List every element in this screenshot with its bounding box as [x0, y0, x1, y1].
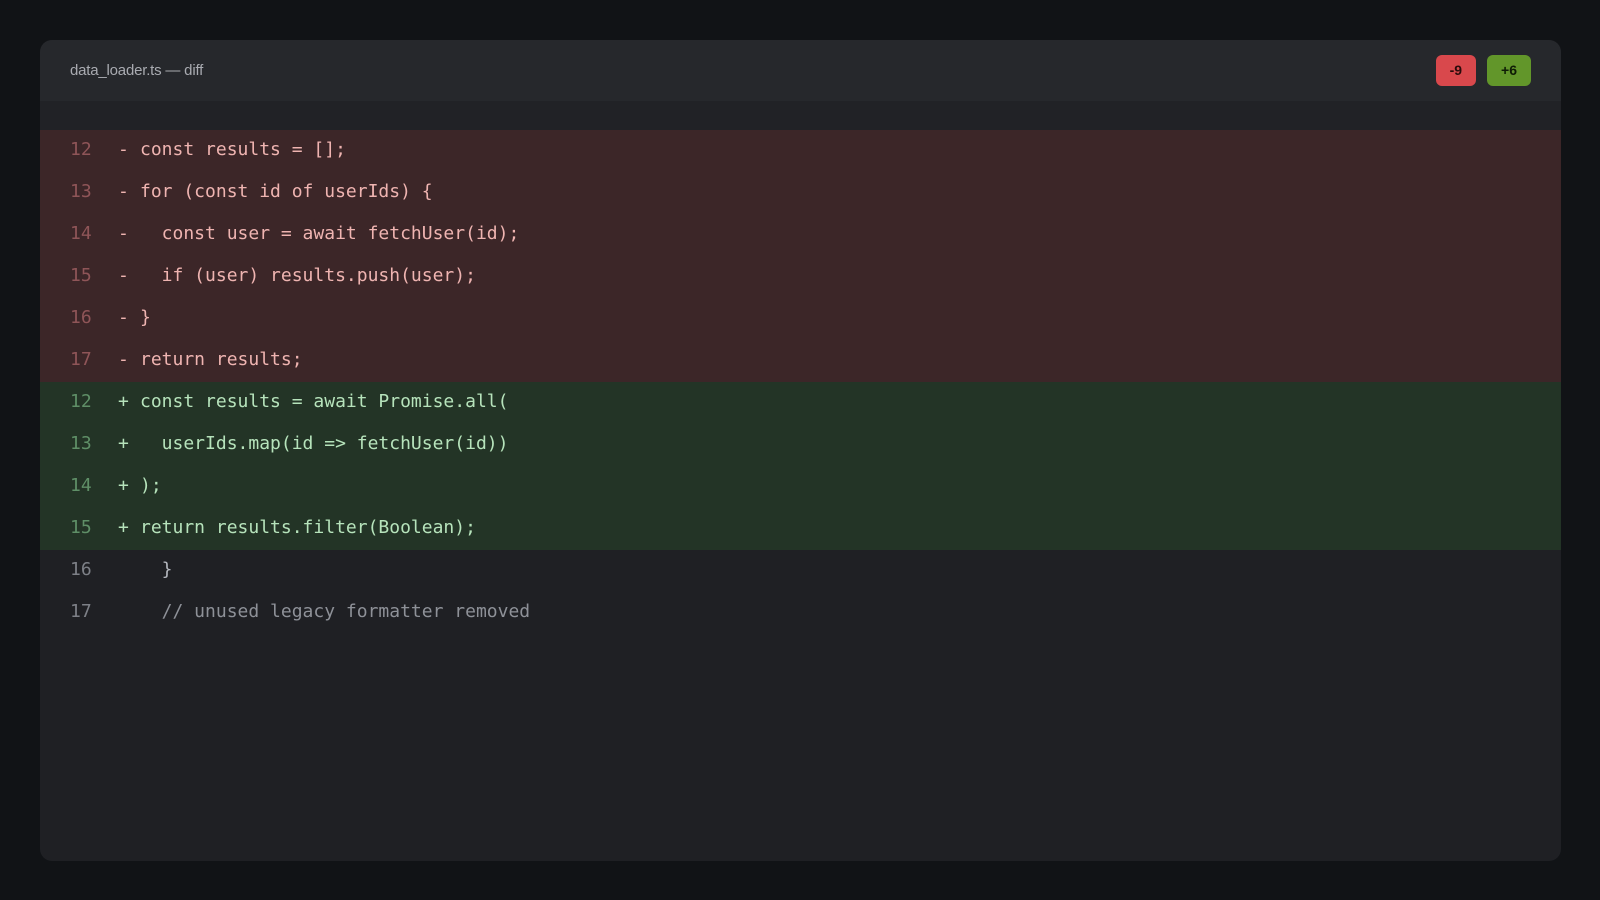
- diff-marker: -: [118, 223, 129, 244]
- added-line[interactable]: 12 + const results = await Promise.all(: [40, 382, 1561, 424]
- line-number: 14: [70, 475, 92, 496]
- diff-marker: +: [118, 475, 129, 496]
- code-text: const results = await Promise.all(: [140, 391, 509, 412]
- line-number: 13: [70, 181, 92, 202]
- line-number: 14: [70, 223, 92, 244]
- code-text: );: [140, 475, 162, 496]
- line-number: 17: [70, 349, 92, 370]
- removed-line[interactable]: 17 - return results;: [40, 340, 1561, 382]
- code-text: const user = await fetchUser(id);: [140, 223, 520, 244]
- code-text: return results.filter(Boolean);: [140, 517, 476, 538]
- removed-line[interactable]: 13 - for (const id of userIds) {: [40, 172, 1561, 214]
- diff-code: 12- const results = []; 13- for (const id o…: [40, 130, 1561, 634]
- removed-line[interactable]: 16 -}: [40, 298, 1561, 340]
- diff-stats: -9 +6: [1435, 55, 1531, 86]
- removed-count-badge[interactable]: -9: [1435, 55, 1477, 86]
- code-text: const results = [];: [140, 139, 346, 160]
- line-number: 15: [70, 265, 92, 286]
- diff-marker: -: [118, 181, 129, 202]
- removed-line[interactable]: 15 - if (user) results.push(user);: [40, 256, 1561, 298]
- diff-marker: -: [118, 265, 129, 286]
- added-count-badge[interactable]: +6: [1487, 55, 1531, 86]
- line-number: 15: [70, 517, 92, 538]
- code-text: }: [140, 307, 151, 328]
- diff-marker: [118, 592, 140, 634]
- line-number: 16: [70, 307, 92, 328]
- removed-line[interactable]: 12 - const results = [];: [40, 130, 1561, 172]
- hunk-header: [40, 101, 1561, 130]
- added-line[interactable]: 15 + return results.filter(Boolean);: [40, 508, 1561, 550]
- diff-marker: +: [118, 433, 129, 454]
- code-text: userIds.map(id => fetchUser(id)): [140, 433, 509, 454]
- code-text: // unused legacy formatter removed: [140, 601, 531, 622]
- diff-marker: [118, 550, 140, 592]
- code-text: }: [140, 559, 173, 580]
- line-number: 12: [70, 391, 92, 412]
- window-title: data_loader.ts — diff: [70, 62, 204, 79]
- line-number: 17: [70, 601, 92, 622]
- diff-marker: -: [118, 139, 129, 160]
- diff-window: data_loader.ts — diff -9 +6 12- const res…: [40, 40, 1561, 861]
- added-line[interactable]: 14 +);: [40, 466, 1561, 508]
- line-number: 12: [70, 139, 92, 160]
- code-text: for (const id of userIds) {: [140, 181, 433, 202]
- title-bar: data_loader.ts — diff -9 +6: [40, 40, 1561, 101]
- diff-marker: +: [118, 517, 129, 538]
- context-line[interactable]: 17 // unused legacy formatter removed: [40, 592, 1561, 634]
- line-number: 13: [70, 433, 92, 454]
- diff-marker: -: [118, 307, 129, 328]
- removed-line[interactable]: 14 - const user = await fetchUser(id);: [40, 214, 1561, 256]
- diff-marker: -: [118, 349, 129, 370]
- line-number: 16: [70, 559, 92, 580]
- context-line[interactable]: 16 }: [40, 550, 1561, 592]
- code-text: return results;: [140, 349, 303, 370]
- code-text: if (user) results.push(user);: [140, 265, 476, 286]
- added-line[interactable]: 13 + userIds.map(id => fetchUser(id)): [40, 424, 1561, 466]
- diff-marker: +: [118, 391, 129, 412]
